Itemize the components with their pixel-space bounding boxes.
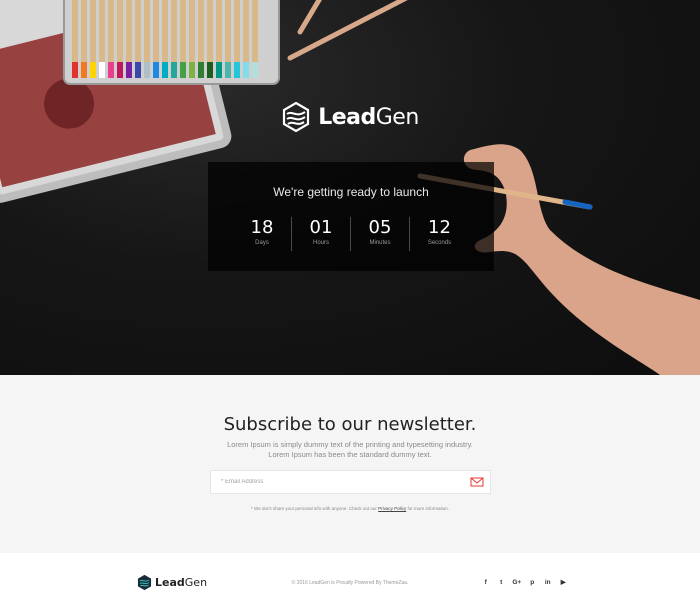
newsletter-section: Subscribe to our newsletter. Lorem Ipsum…	[0, 375, 700, 553]
countdown-value: 05	[368, 217, 392, 238]
countdown-minutes: 05 Minutes	[351, 217, 410, 251]
google-plus-icon[interactable]: G+	[509, 578, 525, 588]
newsletter-description: Lorem Ipsum is simply dummy text of the …	[227, 440, 473, 459]
countdown-days: 18 Days	[233, 217, 292, 251]
countdown-value: 12	[428, 217, 451, 238]
countdown-label: Minutes	[369, 240, 391, 246]
countdown-value: 18	[250, 217, 274, 238]
email-input[interactable]	[211, 471, 461, 493]
footer: LeadGen © 2016 LeadGen is Proudly Powere…	[0, 553, 700, 612]
countdown-value: 01	[309, 217, 333, 238]
social-links: f t G+ p in ▶	[478, 578, 571, 588]
countdown-label: Hours	[312, 240, 329, 246]
hero-section: LeadGen We're getting ready to launch 18…	[0, 0, 700, 375]
privacy-note: * We don't share your personal info with…	[251, 506, 449, 511]
newsletter-form	[210, 470, 491, 494]
countdown-title: We're getting ready to launch	[273, 185, 429, 199]
countdown-hours: 01 Hours	[292, 217, 351, 251]
countdown-panel: We're getting ready to launch 18 Days 01…	[208, 162, 494, 271]
brand-logo[interactable]: LeadGen	[0, 102, 700, 132]
copyright-text: © 2016 LeadGen is Proudly Powered By The…	[291, 580, 409, 586]
pinterest-icon[interactable]: p	[525, 578, 541, 588]
leadgen-logo-icon	[283, 102, 310, 132]
brand-name: LeadGen	[318, 104, 419, 130]
subscribe-button[interactable]	[470, 476, 484, 488]
countdown-seconds: 12 Seconds	[410, 217, 469, 251]
linkedin-icon[interactable]: in	[540, 578, 556, 588]
envelope-icon	[470, 477, 484, 487]
privacy-policy-link[interactable]: Privacy Policy	[378, 506, 406, 511]
countdown-label: Days	[255, 240, 269, 246]
youtube-icon[interactable]: ▶	[556, 578, 572, 588]
twitter-icon[interactable]: t	[494, 578, 510, 588]
newsletter-title: Subscribe to our newsletter.	[223, 414, 477, 435]
countdown-label: Seconds	[427, 240, 452, 246]
facebook-icon[interactable]: f	[478, 578, 494, 588]
countdown-units: 18 Days 01 Hours 05 Minutes 12 Seconds	[233, 217, 469, 251]
